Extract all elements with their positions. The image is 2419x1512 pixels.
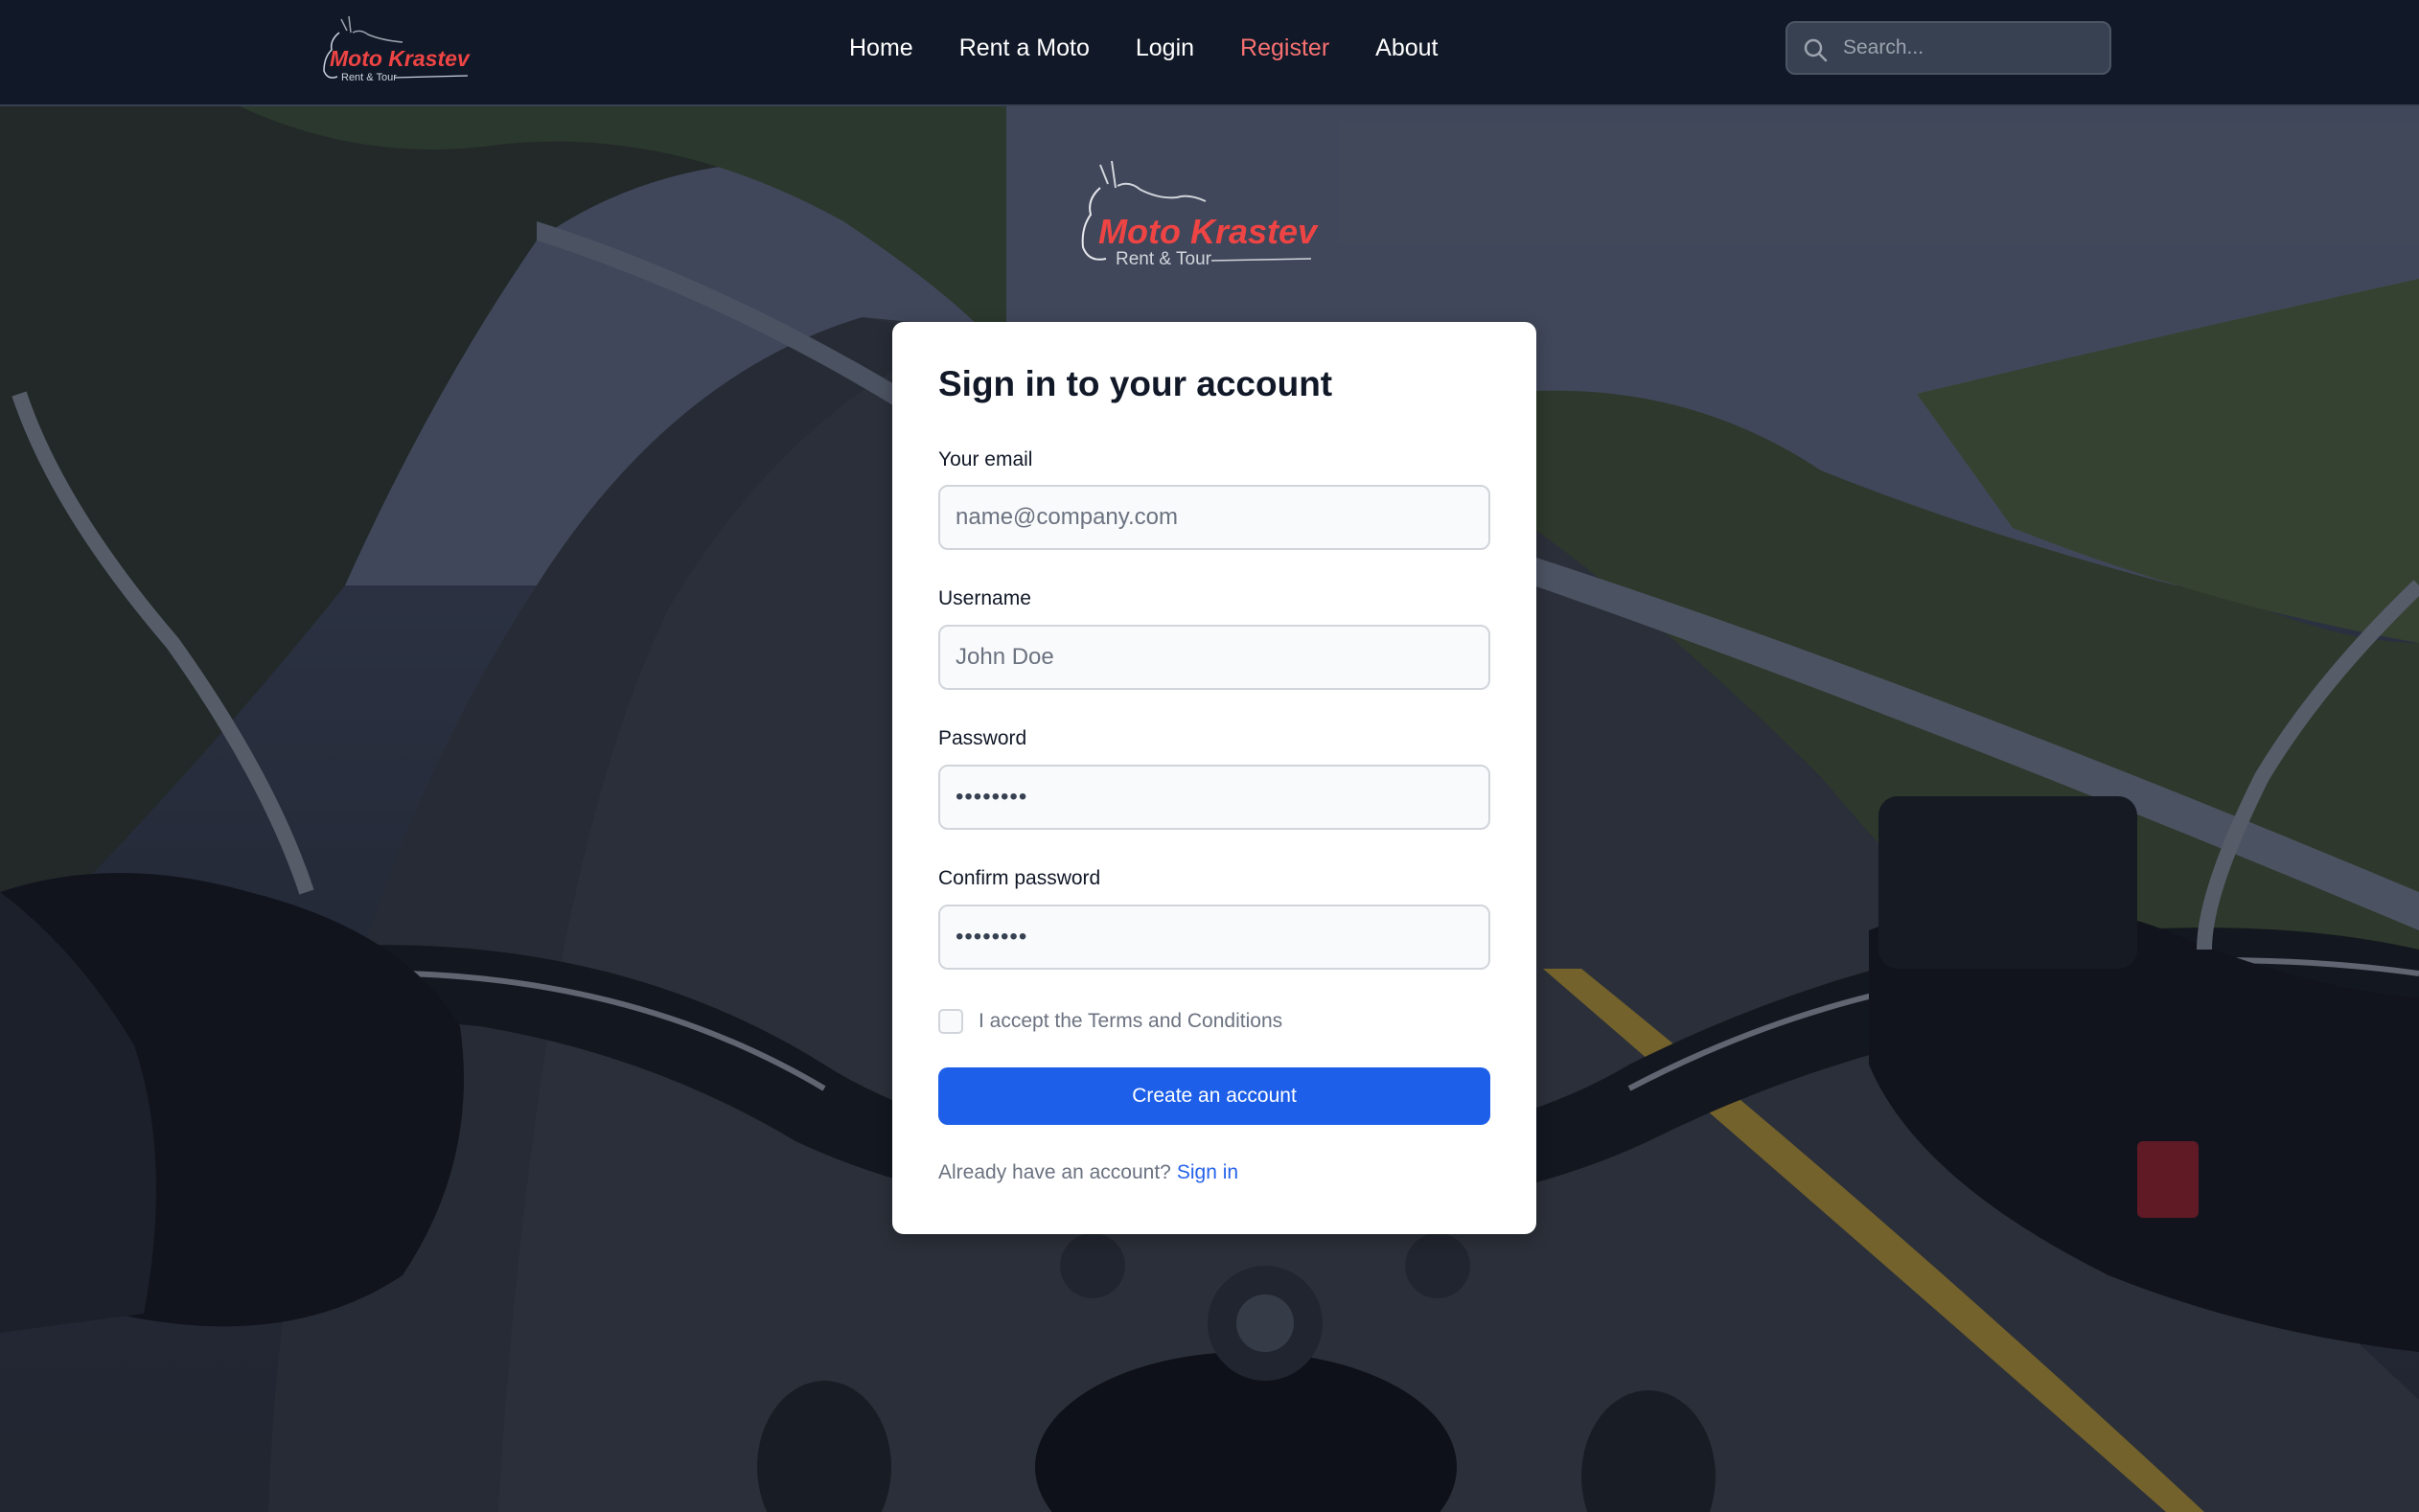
top-navbar: Moto Krastev Rent & Tour Home Rent a Mot…: [0, 0, 2419, 106]
username-field[interactable]: [938, 625, 1490, 690]
brand-tagline: Rent & Tour: [341, 72, 397, 83]
signin-prompt: Already have an account?: [938, 1161, 1171, 1183]
email-label: Your email: [938, 448, 1033, 470]
register-card: Sign in to your account Your email Usern…: [892, 322, 1536, 1234]
nav-rent-a-moto[interactable]: Rent a Moto: [959, 34, 1090, 62]
form-title: Sign in to your account: [938, 364, 1333, 403]
nav-menu: Home Rent a Moto Login Register About: [849, 0, 1438, 96]
search-input[interactable]: [1843, 23, 2102, 73]
confirm-password-label: Confirm password: [938, 867, 1101, 889]
terms-row: I accept the Terms and Conditions: [938, 1007, 1282, 1036]
nav-about[interactable]: About: [1375, 34, 1438, 62]
search-box[interactable]: [1785, 21, 2111, 75]
center-brand-logo: Moto Krastev Rent & Tour: [1081, 160, 1319, 269]
create-account-button[interactable]: Create an account: [938, 1067, 1490, 1125]
password-label: Password: [938, 727, 1027, 749]
brand-logo[interactable]: Moto Krastev Rent & Tour: [314, 11, 492, 84]
nav-register[interactable]: Register: [1240, 34, 1329, 62]
brand-name: Moto Krastev: [330, 46, 471, 71]
nav-home[interactable]: Home: [849, 34, 913, 62]
password-field[interactable]: [938, 765, 1490, 830]
center-brand-name: Moto Krastev: [1098, 212, 1319, 251]
terms-checkbox[interactable]: [938, 1009, 963, 1034]
terms-label: I accept the Terms and Conditions: [979, 1010, 1283, 1032]
signin-row: Already have an account? Sign in: [938, 1161, 1238, 1184]
center-brand-tagline: Rent & Tour: [1116, 249, 1212, 269]
search-icon: [1804, 38, 1828, 62]
email-field[interactable]: [938, 485, 1490, 550]
username-label: Username: [938, 587, 1031, 609]
signin-link[interactable]: Sign in: [1177, 1161, 1238, 1183]
nav-login[interactable]: Login: [1136, 34, 1194, 62]
confirm-password-field[interactable]: [938, 905, 1490, 970]
